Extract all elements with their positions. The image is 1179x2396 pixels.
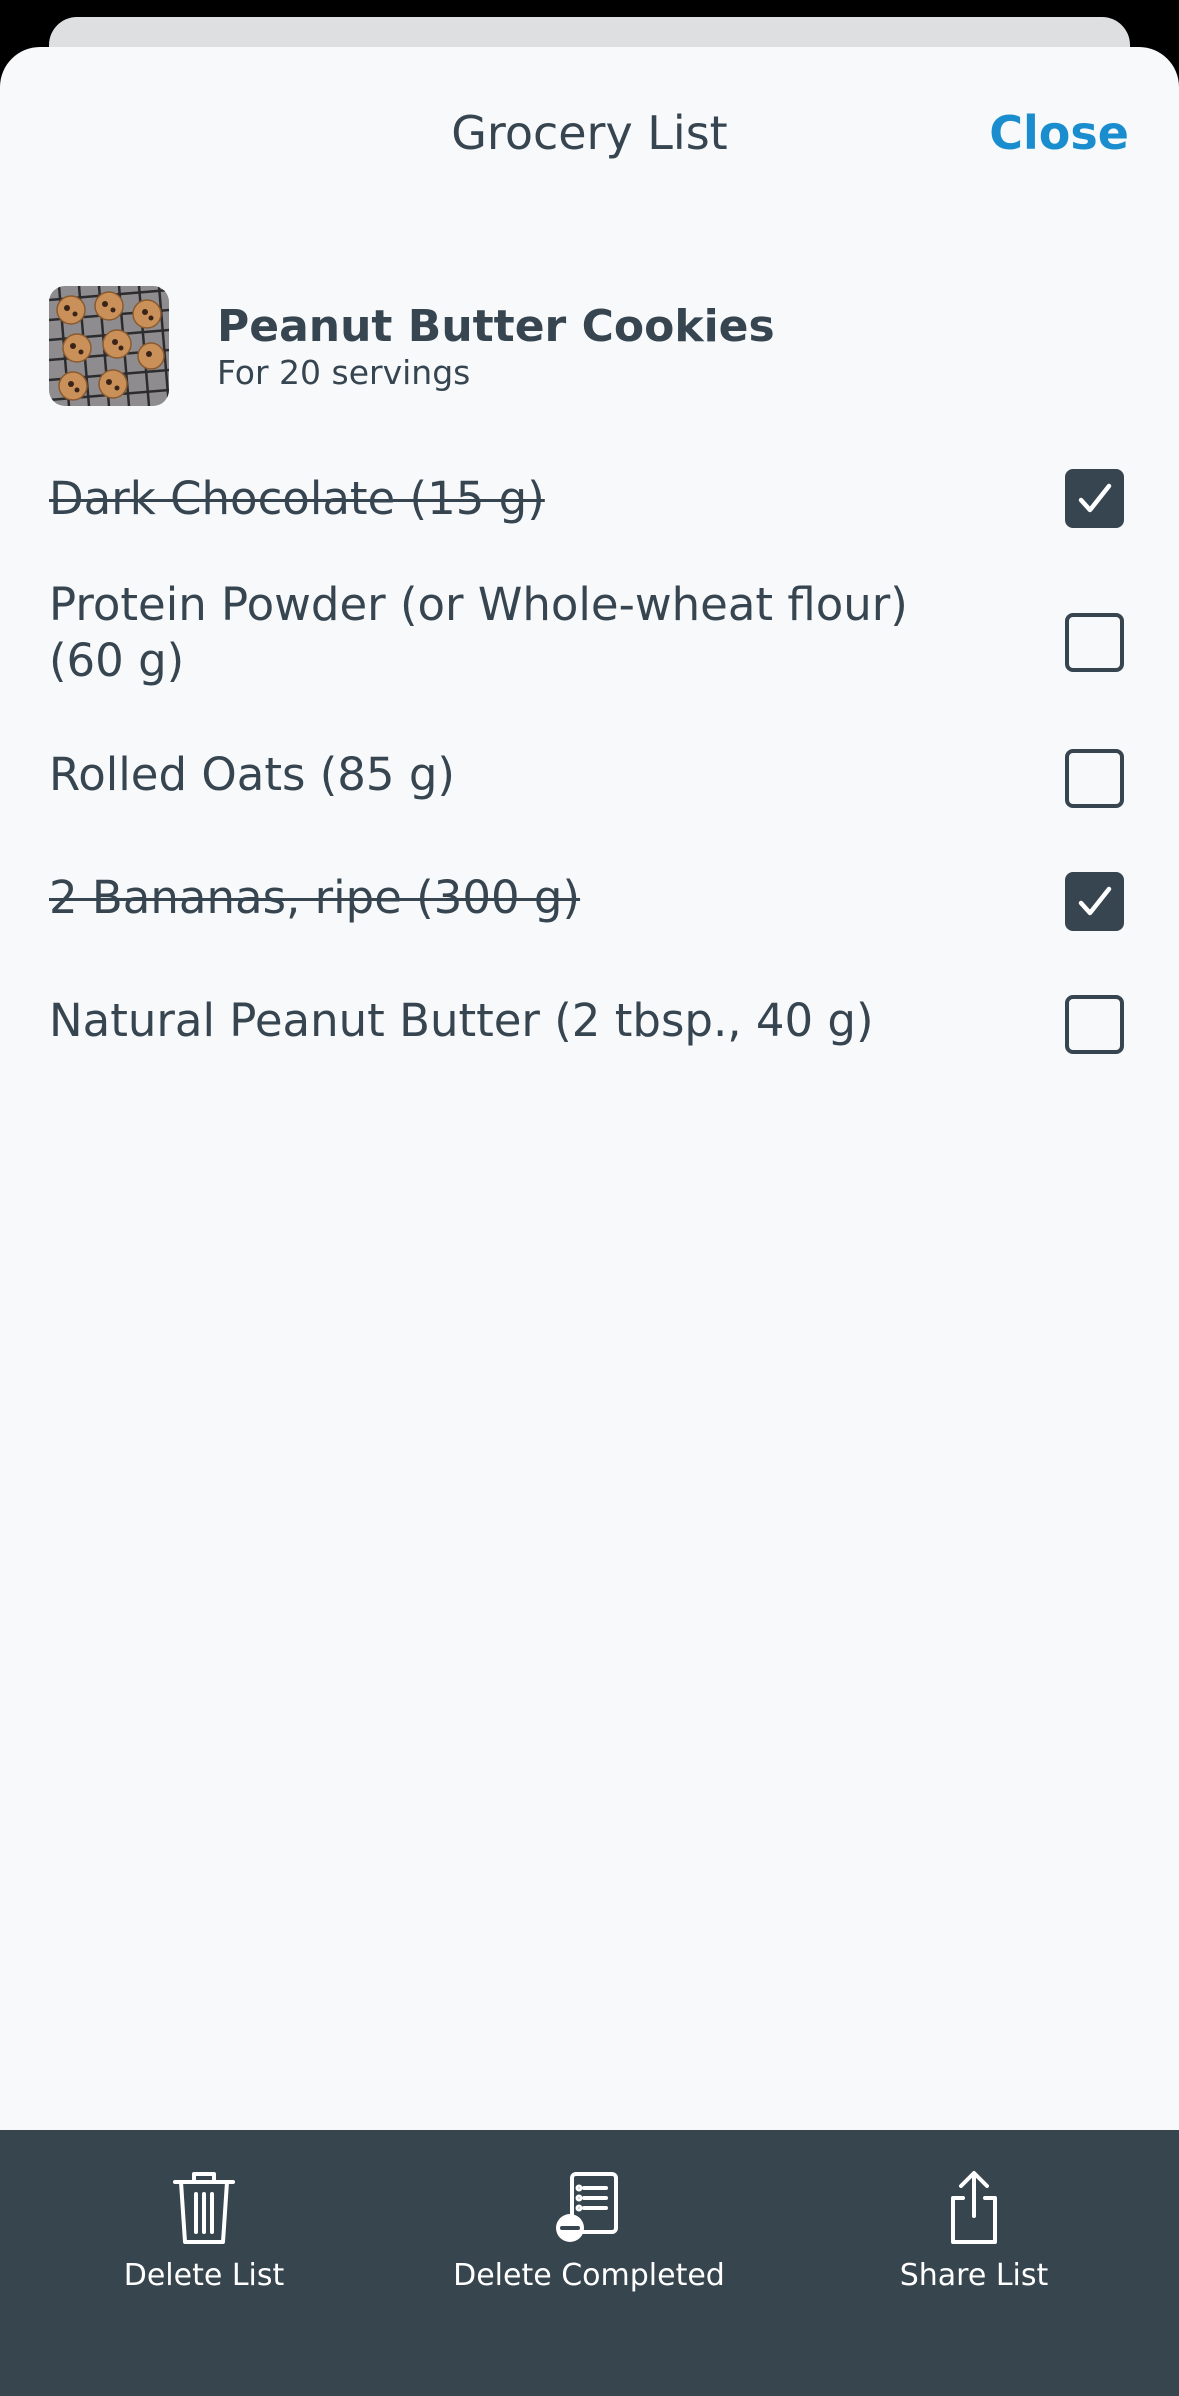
list-item-text: Protein Powder (or Whole-wheat flour) (6… [49, 578, 908, 687]
recipe-header[interactable]: Peanut Butter Cookies For 20 servings [49, 286, 1129, 406]
grocery-list-sheet: Grocery List Close Peanut Butter Cookies… [0, 47, 1179, 2396]
delete-list-label: Delete List [123, 2258, 285, 2293]
delete-list-button[interactable]: Delete List [14, 2150, 394, 2310]
list-item[interactable]: Rolled Oats (85 g) [49, 747, 1129, 827]
checkmark-icon [1078, 886, 1112, 916]
item-checkbox[interactable] [1065, 749, 1124, 808]
item-checkbox[interactable] [1065, 872, 1124, 931]
list-item-text: 2 Bananas, ripe (300 g) [49, 871, 581, 924]
list-item[interactable]: Protein Powder (or Whole-wheat flour) (6… [49, 577, 1129, 697]
list-item-text: Dark Chocolate (15 g) [49, 472, 545, 525]
list-item[interactable]: Natural Peanut Butter (2 tbsp., 40 g) [49, 993, 1129, 1073]
recipe-servings: For 20 servings [217, 353, 471, 392]
recipe-thumbnail [49, 286, 169, 406]
sheet-header: Grocery List Close [0, 47, 1179, 217]
item-checkbox[interactable] [1065, 613, 1124, 672]
share-list-button[interactable]: Share List [784, 2150, 1164, 2310]
list-item[interactable]: 2 Bananas, ripe (300 g) [49, 870, 1129, 950]
share-list-label: Share List [899, 2258, 1049, 2293]
list-item-text: Natural Peanut Butter (2 tbsp., 40 g) [49, 994, 874, 1047]
checkmark-icon [1078, 483, 1112, 513]
delete-completed-button[interactable]: Delete Completed [399, 2150, 779, 2310]
recipe-name: Peanut Butter Cookies [217, 301, 775, 352]
trash-icon [169, 2168, 239, 2246]
close-button[interactable]: Close [989, 103, 1129, 163]
list-item-text: Rolled Oats (85 g) [49, 748, 455, 801]
item-checkbox[interactable] [1065, 469, 1124, 528]
delete-completed-icon [554, 2168, 624, 2246]
item-checkbox[interactable] [1065, 995, 1124, 1054]
bottom-action-bar: Delete List Delete Completed Share List [0, 2130, 1179, 2396]
delete-completed-label: Delete Completed [453, 2258, 725, 2293]
share-icon [939, 2168, 1009, 2246]
list-item[interactable]: Dark Chocolate (15 g) [49, 465, 1129, 545]
